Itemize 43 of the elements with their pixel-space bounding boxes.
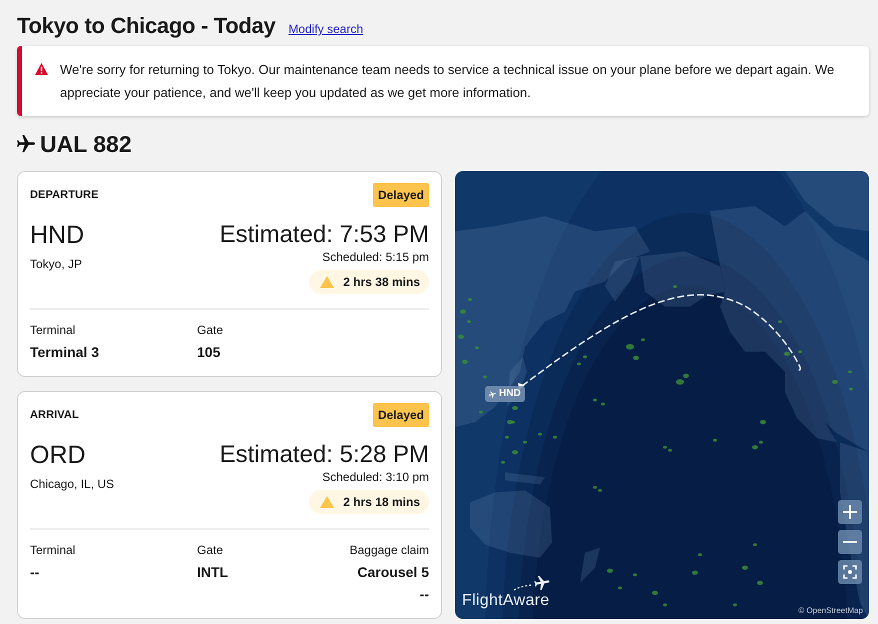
flight-number: UAL 882 bbox=[40, 130, 132, 158]
airport-code-text: HND bbox=[499, 387, 521, 401]
detail-value: INTL bbox=[197, 563, 228, 581]
warning-icon bbox=[35, 63, 48, 75]
detail-value: Terminal 3 bbox=[30, 343, 99, 361]
alert-message: We're sorry for returning to Tokyo. Our maintenance team needs to service a technical issue on your plane before we depart again. We appreciate your patience, and we'll keep you updated as we get more information. bbox=[60, 61, 836, 102]
section-heading: ARRIVAL bbox=[30, 409, 79, 421]
plane-icon bbox=[489, 390, 496, 398]
detail-value: -- bbox=[30, 563, 40, 581]
modify-search-link[interactable]: Modify search bbox=[288, 22, 364, 36]
triangle-icon bbox=[320, 496, 334, 508]
map-attribution: © OpenStreetMap bbox=[798, 606, 863, 616]
airport-code: ORD bbox=[30, 441, 87, 469]
delay-duration: 2 hrs 18 mins bbox=[343, 495, 420, 509]
triangle-icon bbox=[320, 276, 334, 288]
detail-value: Carousel 5 bbox=[357, 563, 429, 581]
map-drawing[interactable] bbox=[455, 171, 869, 619]
detail-label: Terminal bbox=[30, 542, 76, 558]
scheduled-time: Scheduled: 3:10 pm bbox=[322, 469, 429, 485]
detail-label: Baggage claim bbox=[350, 542, 429, 558]
delay-duration: 2 hrs 38 mins bbox=[343, 275, 420, 289]
brand-logo-text: FlightAware bbox=[462, 592, 550, 609]
airport-code: HND bbox=[30, 221, 84, 249]
detail-label: Terminal bbox=[30, 322, 76, 338]
estimated-time: Estimated: 5:28 PM bbox=[220, 441, 429, 469]
status-badge: Delayed bbox=[372, 183, 429, 207]
estimated-time: Estimated: 7:53 PM bbox=[220, 221, 429, 249]
city-name: Tokyo, JP bbox=[30, 256, 84, 272]
zoom-out-button[interactable] bbox=[838, 530, 862, 554]
detail-label: Gate bbox=[197, 542, 224, 558]
recenter-button[interactable] bbox=[838, 560, 862, 584]
scheduled-time: Scheduled: 5:15 pm bbox=[322, 249, 429, 265]
zoom-in-button[interactable] bbox=[838, 500, 862, 524]
focus-icon bbox=[843, 565, 857, 579]
detail-label: Gate bbox=[197, 322, 224, 338]
status-badge: Delayed bbox=[372, 403, 429, 427]
section-heading: DEPARTURE bbox=[30, 189, 99, 201]
plus-icon bbox=[843, 505, 857, 519]
detail-note: -- bbox=[420, 585, 429, 603]
detail-value: 105 bbox=[197, 343, 220, 361]
plane-icon bbox=[17, 135, 35, 153]
page-title: Tokyo to Chicago - Today bbox=[17, 12, 276, 40]
city-name: Chicago, IL, US bbox=[30, 476, 114, 492]
